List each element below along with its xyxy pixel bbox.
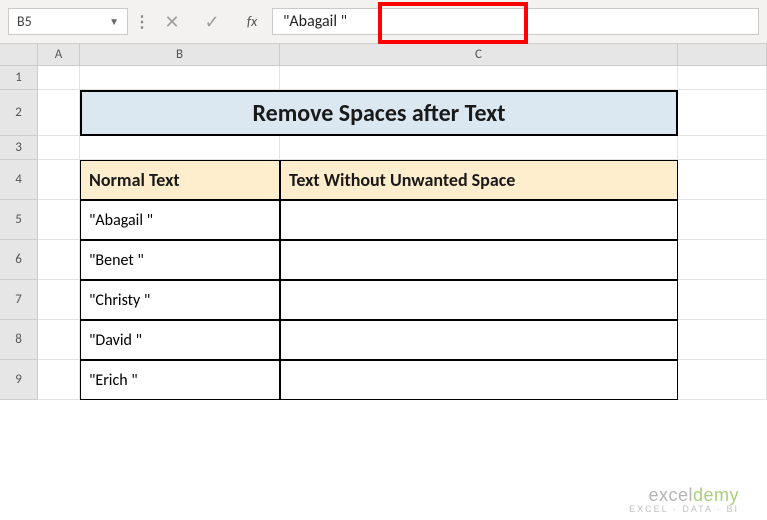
enter-icon[interactable]: ✓ <box>192 0 232 43</box>
cell-rest-2 <box>678 90 767 136</box>
expand-dots-icon[interactable]: ⋮ <box>132 0 152 43</box>
cell-rest-9 <box>678 360 767 400</box>
cell-rest-4 <box>678 160 767 200</box>
title-text: Remove Spaces after Text <box>252 99 505 128</box>
cell-rest-6 <box>678 240 767 280</box>
cell-C3[interactable] <box>280 136 678 160</box>
cell-B9[interactable]: "Erich " <box>80 360 280 400</box>
row-header-7[interactable]: 7 <box>0 280 38 320</box>
cell-B3[interactable] <box>80 136 280 160</box>
table-header-B-label: Normal Text <box>89 169 180 191</box>
formula-input[interactable]: "Abagail " <box>272 8 759 35</box>
name-box[interactable]: B5 ▼ <box>8 8 128 35</box>
cell-rest-1 <box>678 66 767 90</box>
row-header-6[interactable]: 6 <box>0 240 38 280</box>
formula-input-value: "Abagail " <box>283 12 347 31</box>
cell-A1[interactable] <box>38 66 80 90</box>
cell-C5[interactable] <box>280 200 678 240</box>
cell-A8[interactable] <box>38 320 80 360</box>
table-header-C[interactable]: Text Without Unwanted Space <box>280 160 678 200</box>
cell-C6[interactable] <box>280 240 678 280</box>
cell-C1[interactable] <box>280 66 678 90</box>
cell-A3[interactable] <box>38 136 80 160</box>
dropdown-icon[interactable]: ▼ <box>109 15 119 28</box>
row-header-8[interactable]: 8 <box>0 320 38 360</box>
formula-bar: B5 ▼ ⋮ ✕ ✓ fx "Abagail " <box>0 0 767 44</box>
cell-A7[interactable] <box>38 280 80 320</box>
col-header-C[interactable]: C <box>280 44 678 66</box>
row-header-9[interactable]: 9 <box>0 360 38 400</box>
cell-A2[interactable] <box>38 90 80 136</box>
spreadsheet-grid: A B C 1 2 Remove Spaces after Text 3 4 N… <box>0 44 767 400</box>
cell-C7[interactable] <box>280 280 678 320</box>
cell-A9[interactable] <box>38 360 80 400</box>
cell-rest-3 <box>678 136 767 160</box>
cell-rest-5 <box>678 200 767 240</box>
table-header-C-label: Text Without Unwanted Space <box>289 169 515 191</box>
select-all-corner[interactable] <box>0 44 38 66</box>
cell-B6[interactable]: "Benet " <box>80 240 280 280</box>
col-header-rest <box>678 44 767 66</box>
watermark-logo: exceldemy EXCEL · DATA · BI <box>629 486 739 514</box>
fx-icon[interactable]: fx <box>232 0 272 43</box>
cell-A4[interactable] <box>38 160 80 200</box>
cell-rest-7 <box>678 280 767 320</box>
cell-B5[interactable]: "Abagail " <box>80 200 280 240</box>
row-header-2[interactable]: 2 <box>0 90 38 136</box>
name-box-value: B5 <box>17 13 32 30</box>
cell-C8[interactable] <box>280 320 678 360</box>
row-header-3[interactable]: 3 <box>0 136 38 160</box>
column-header-row: A B C <box>0 44 767 66</box>
cell-rest-8 <box>678 320 767 360</box>
col-header-A[interactable]: A <box>38 44 80 66</box>
cancel-icon[interactable]: ✕ <box>152 0 192 43</box>
cell-B8[interactable]: "David " <box>80 320 280 360</box>
cell-A5[interactable] <box>38 200 80 240</box>
cell-B7[interactable]: "Christy " <box>80 280 280 320</box>
row-header-4[interactable]: 4 <box>0 160 38 200</box>
table-header-B[interactable]: Normal Text <box>80 160 280 200</box>
col-header-B[interactable]: B <box>80 44 280 66</box>
row-header-1[interactable]: 1 <box>0 66 38 90</box>
cell-B1[interactable] <box>80 66 280 90</box>
row-header-5[interactable]: 5 <box>0 200 38 240</box>
cell-A6[interactable] <box>38 240 80 280</box>
cell-C9[interactable] <box>280 360 678 400</box>
title-cell[interactable]: Remove Spaces after Text <box>80 90 678 136</box>
